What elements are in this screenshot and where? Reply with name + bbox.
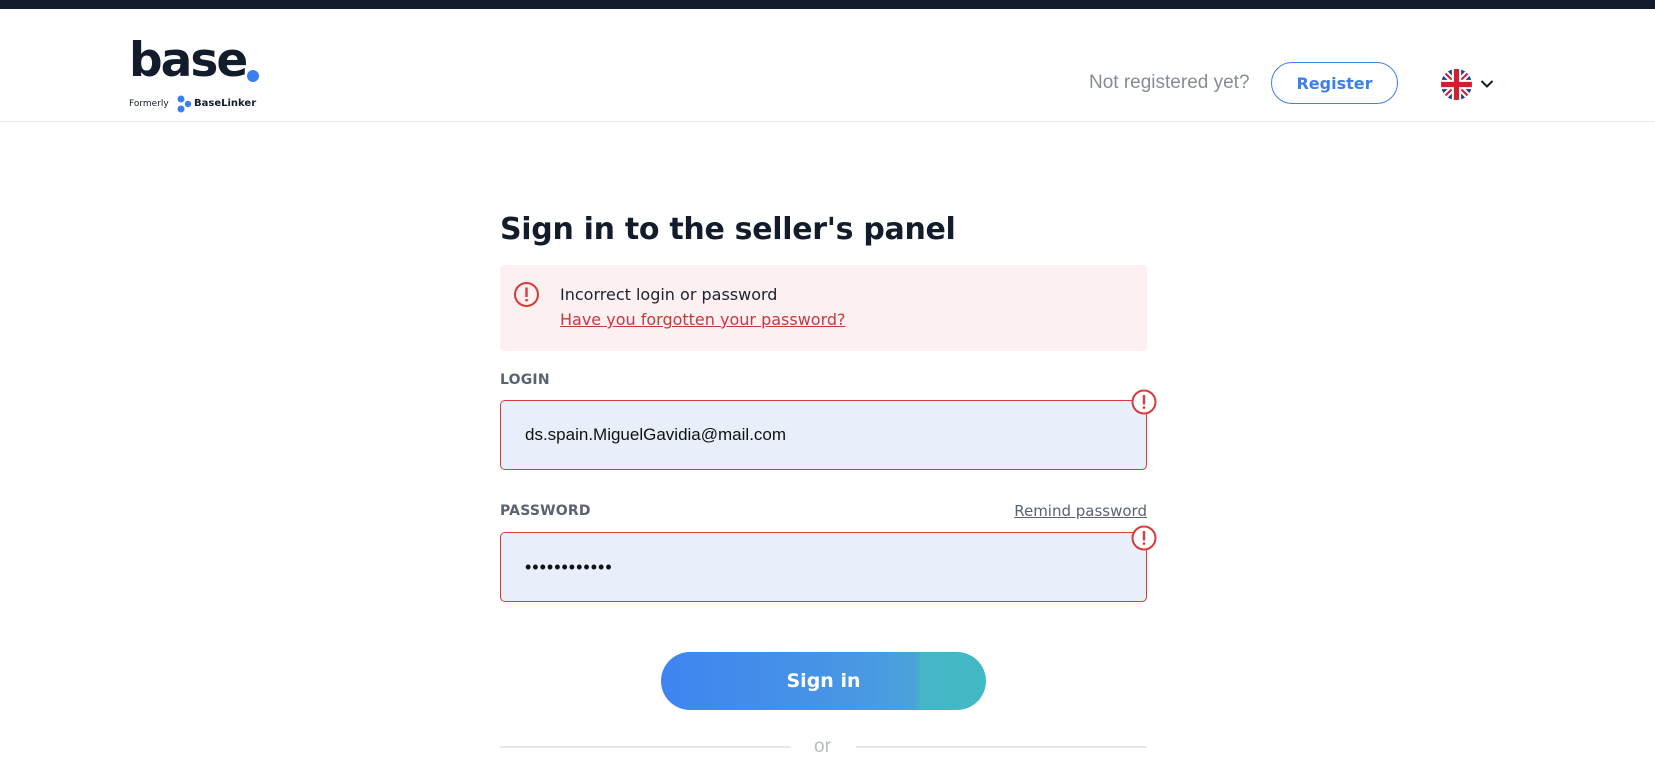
baselinker-icon <box>177 95 192 113</box>
error-alert: Incorrect login or password Have you for… <box>500 265 1147 351</box>
logo-dot <box>247 70 259 82</box>
logo-former-brand: BaseLinker <box>194 98 257 109</box>
or-separator: or <box>814 736 831 757</box>
language-selector[interactable] <box>1441 68 1497 100</box>
password-label: PASSWORD <box>500 503 591 519</box>
login-label: LOGIN <box>500 372 550 388</box>
login-error-icon <box>1131 389 1157 415</box>
password-input[interactable] <box>500 532 1147 602</box>
password-error-icon <box>1131 525 1157 551</box>
error-icon <box>514 282 539 307</box>
divider-left <box>500 746 791 748</box>
header: base Formerly BaseLinker Not registered … <box>0 9 1655 122</box>
logo-formerly-text: Formerly <box>129 99 169 109</box>
logo-wordmark: base <box>129 33 248 88</box>
login-input[interactable] <box>500 400 1147 470</box>
divider-right <box>856 746 1147 748</box>
top-bar <box>0 0 1655 9</box>
forgot-password-link[interactable]: Have you forgotten your password? <box>560 310 846 329</box>
register-button[interactable]: Register <box>1271 62 1398 104</box>
chevron-down-icon <box>1480 80 1494 88</box>
base-logo[interactable]: base Formerly BaseLinker <box>129 37 269 117</box>
not-registered-text: Not registered yet? <box>1089 72 1250 93</box>
sign-in-button[interactable]: Sign in <box>661 652 986 710</box>
error-message: Incorrect login or password <box>560 285 778 304</box>
page-title: Sign in to the seller's panel <box>500 212 956 247</box>
uk-flag-icon <box>1441 68 1472 100</box>
remind-password-link[interactable]: Remind password <box>1014 502 1147 520</box>
